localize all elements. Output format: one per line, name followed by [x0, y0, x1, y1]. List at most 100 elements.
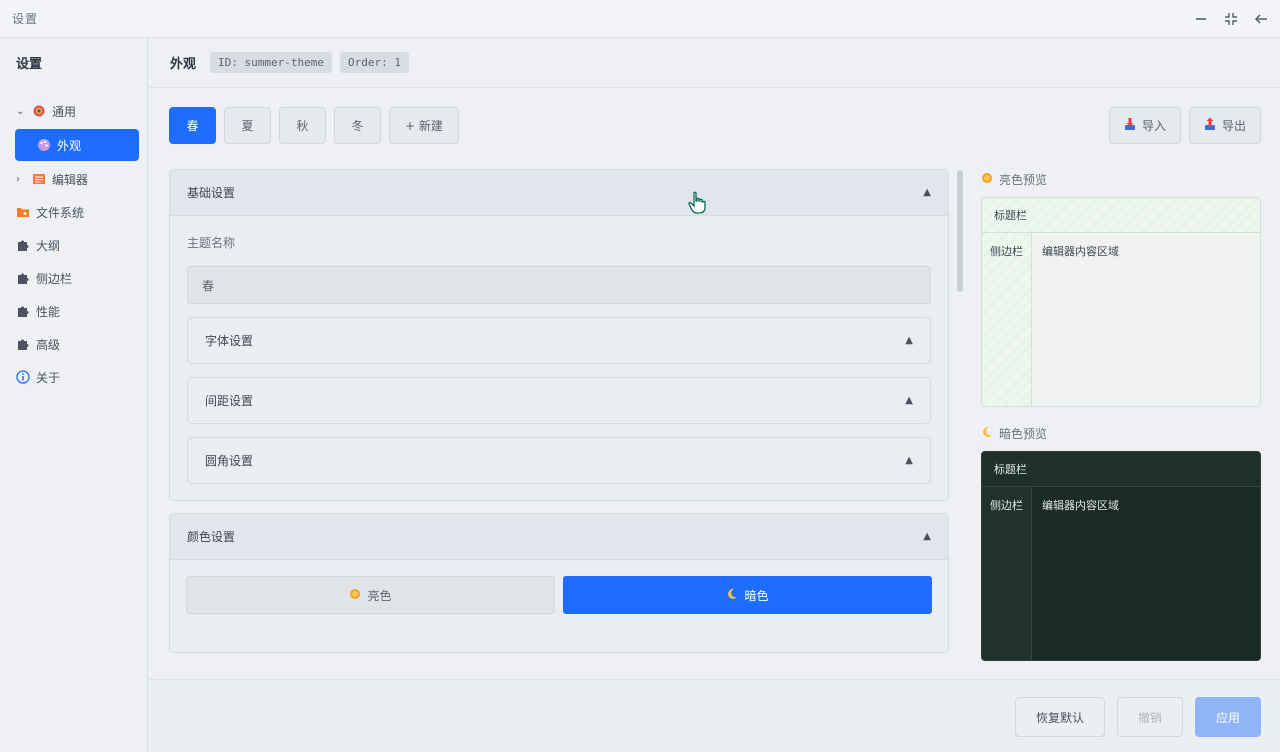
sidebar-nav: ⌄ 通用 外观 › 编辑器 文件系统 大纲 侧边栏 性能 高级 关于: [0, 96, 147, 392]
reset-default-button[interactable]: 恢复默认: [1014, 697, 1105, 737]
tab-spring[interactable]: 春: [169, 107, 216, 144]
sidebar-header: 设置: [16, 56, 43, 72]
settings-content[interactable]: 基础设置 ▲ 主题名称 字体设置 ▲ 间距设置 ▲ 圆角设置 ▲: [169, 169, 949, 659]
theme-order-chip: Order: 1: [339, 52, 409, 73]
main-panel: 外观 ID: summer-theme Order: 1 春 夏 秋 冬 + 新…: [149, 38, 1280, 752]
window-controls: [1190, 0, 1272, 38]
import-export-group: 导入 导出: [1108, 107, 1261, 144]
editor-icon: [32, 172, 46, 186]
theme-id-chip: ID: summer-theme: [210, 52, 332, 73]
preview-editor: 编辑器内容区域: [1032, 233, 1260, 406]
radius-settings-section[interactable]: 圆角设置 ▲: [187, 437, 931, 484]
sidebar-item-general[interactable]: ⌄ 通用: [8, 96, 139, 126]
sidebar-item-label: 编辑器: [52, 172, 89, 187]
tab-winter[interactable]: 冬: [334, 107, 381, 144]
basic-settings-title: 基础设置: [187, 186, 236, 200]
back-arrow-icon[interactable]: [1250, 8, 1272, 30]
sidebar-item-appearance[interactable]: 外观: [15, 129, 139, 161]
window-title: 设置: [12, 12, 39, 26]
basic-settings-card: 基础设置 ▲ 主题名称 字体设置 ▲ 间距设置 ▲ 圆角设置 ▲: [169, 169, 949, 501]
page-title: 外观: [170, 57, 197, 72]
collapse-arrow-icon: ▲: [905, 455, 913, 466]
content-scrollbar[interactable]: [956, 170, 964, 660]
moon-icon: [981, 426, 993, 441]
sidebar-item-label: 关于: [36, 370, 61, 385]
basic-settings-header[interactable]: 基础设置 ▲: [170, 170, 948, 216]
spacing-settings-title: 间距设置: [205, 394, 254, 408]
undo-button[interactable]: 撤销: [1116, 697, 1183, 737]
color-mode-toggle: 亮色 暗色: [170, 560, 948, 614]
preview-titlebar: 标题栏: [982, 198, 1260, 233]
sidebar-item-performance[interactable]: 性能: [8, 296, 139, 326]
sidebar-item-advanced[interactable]: 高级: [8, 329, 139, 359]
dark-preview-label: 暗色预览: [999, 426, 1048, 441]
font-settings-section[interactable]: 字体设置 ▲: [187, 317, 931, 364]
light-preview-panel: 亮色预览 标题栏 侧边栏 编辑器内容区域: [981, 170, 1261, 407]
import-icon: [1124, 117, 1136, 134]
dark-preview-heading: 暗色预览: [981, 424, 1261, 442]
sidebar-item-sidebar[interactable]: 侧边栏: [8, 263, 139, 293]
scrollbar-thumb[interactable]: [957, 170, 963, 292]
info-icon: [16, 370, 30, 384]
export-button[interactable]: 导出: [1188, 107, 1261, 144]
puzzle-icon: [16, 238, 30, 252]
preview-sidebar: 侧边栏: [982, 487, 1032, 660]
new-theme-button[interactable]: + 新建: [389, 107, 459, 144]
settings-sidebar: 设置 ⌄ 通用 外观 › 编辑器 文件系统 大纲 侧边栏 性能 高级 关于: [0, 38, 148, 752]
collapse-arrow-icon: ▲: [923, 531, 931, 542]
sidebar-item-label: 大纲: [36, 238, 61, 253]
dark-preview-panel: 暗色预览 标题栏 侧边栏 编辑器内容区域: [981, 424, 1261, 661]
sidebar-item-outline[interactable]: 大纲: [8, 230, 139, 260]
radius-settings-title: 圆角设置: [205, 454, 254, 468]
footer-buttons: 恢复默认 撤销 应用: [1014, 697, 1261, 737]
color-settings-card: 颜色设置 ▲ 亮色 暗色: [169, 513, 949, 653]
sidebar-item-label: 高级: [36, 337, 61, 352]
light-preview-box: 标题栏 侧边栏 编辑器内容区域: [981, 197, 1261, 407]
window-titlebar: 设置: [0, 0, 1280, 38]
sidebar-item-label: 文件系统: [36, 205, 85, 220]
dark-mode-label: 暗色: [744, 588, 769, 603]
chevron-right-icon[interactable]: ›: [16, 174, 26, 185]
apply-button[interactable]: 应用: [1194, 697, 1261, 737]
import-button[interactable]: 导入: [1108, 107, 1181, 144]
gear-icon: [32, 104, 46, 118]
hand-cursor-icon: [688, 191, 706, 218]
sidebar-item-label: 侧边栏: [36, 271, 73, 286]
dark-mode-button[interactable]: 暗色: [563, 576, 932, 614]
export-label: 导出: [1221, 119, 1246, 133]
light-preview-heading: 亮色预览: [981, 170, 1261, 188]
font-settings-title: 字体设置: [205, 334, 254, 348]
preview-body: 侧边栏 编辑器内容区域: [982, 233, 1260, 406]
action-footer: 恢复默认 撤销 应用: [149, 679, 1280, 752]
sidebar-item-editor[interactable]: › 编辑器: [8, 164, 139, 194]
collapse-arrow-icon: ▲: [905, 335, 913, 346]
preview-editor: 编辑器内容区域: [1032, 487, 1260, 660]
tab-summer[interactable]: 夏: [224, 107, 271, 144]
sidebar-item-label: 性能: [36, 304, 61, 319]
theme-tabs: 春 夏 秋 冬 + 新建: [169, 107, 459, 144]
dark-preview-box: 标题栏 侧边栏 编辑器内容区域: [981, 451, 1261, 661]
light-mode-label: 亮色: [367, 588, 392, 603]
light-mode-button[interactable]: 亮色: [186, 576, 555, 614]
page-header: 外观 ID: summer-theme Order: 1: [149, 38, 1280, 88]
theme-name-input[interactable]: [187, 266, 931, 304]
sidebar-item-about[interactable]: 关于: [8, 362, 139, 392]
palette-icon: [37, 138, 51, 152]
spacing-settings-section[interactable]: 间距设置 ▲: [187, 377, 931, 424]
collapse-arrow-icon: ▲: [905, 395, 913, 406]
sidebar-item-label: 外观: [57, 138, 82, 153]
sidebar-item-filesystem[interactable]: 文件系统: [8, 197, 139, 227]
color-settings-header[interactable]: 颜色设置 ▲: [170, 514, 948, 560]
folder-icon: [16, 205, 30, 219]
sidebar-item-label: 通用: [52, 104, 77, 119]
light-preview-label: 亮色预览: [999, 172, 1048, 187]
sun-icon: [981, 172, 993, 187]
collapse-icon[interactable]: [1220, 8, 1242, 30]
preview-body: 侧边栏 编辑器内容区域: [982, 487, 1260, 660]
import-label: 导入: [1141, 119, 1166, 133]
puzzle-icon: [16, 304, 30, 318]
chevron-down-icon[interactable]: ⌄: [16, 106, 26, 117]
minimize-icon[interactable]: [1190, 8, 1212, 30]
tab-autumn[interactable]: 秋: [279, 107, 326, 144]
puzzle-icon: [16, 271, 30, 285]
